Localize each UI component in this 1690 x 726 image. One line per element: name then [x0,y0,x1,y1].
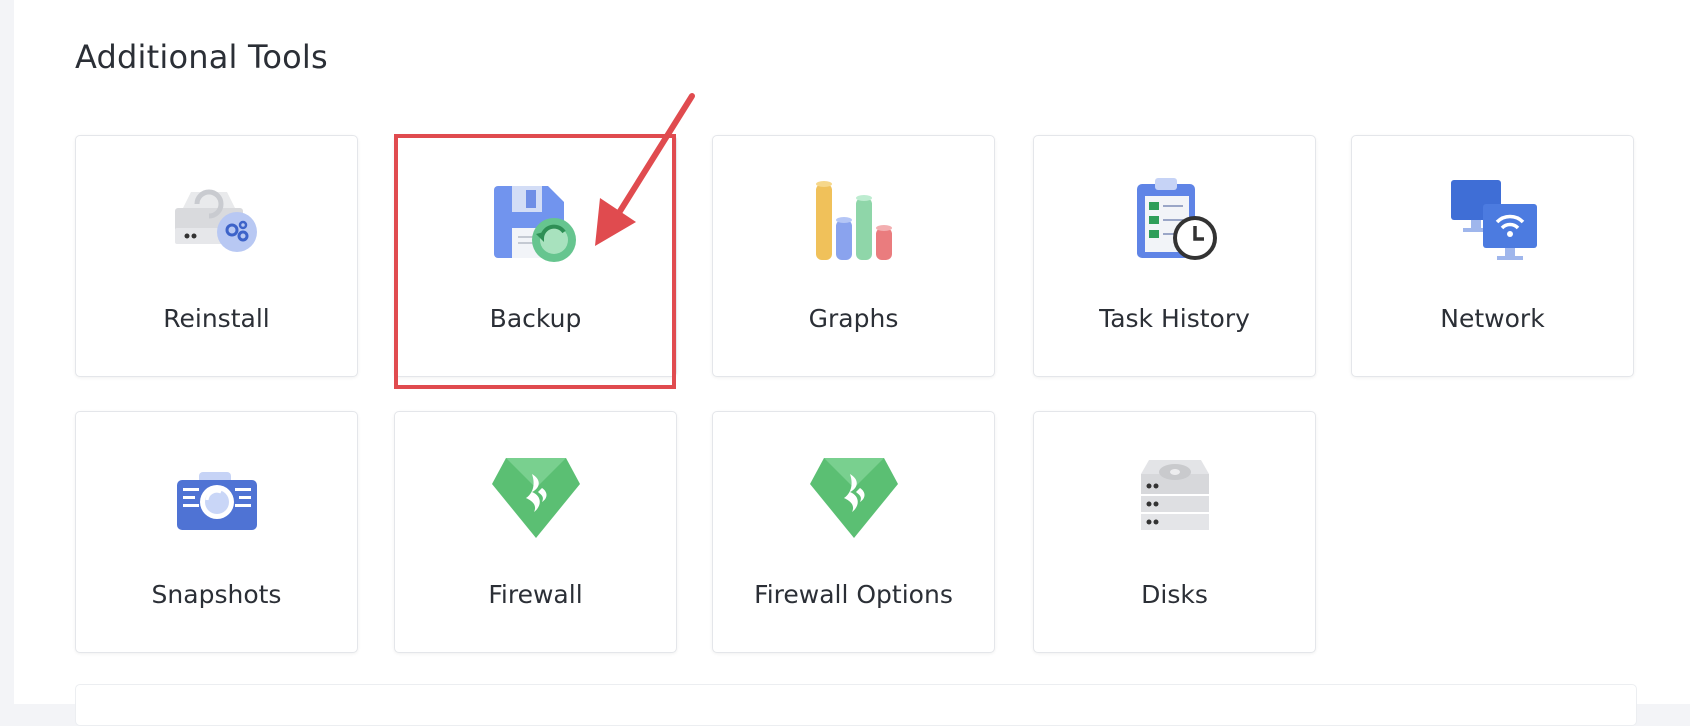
tool-label-disks: Disks [1141,580,1208,609]
tool-tile-task-history[interactable]: Task History [1033,135,1316,377]
tool-tile-snapshots[interactable]: Snapshots [75,411,358,653]
tool-tile-reinstall[interactable]: Reinstall [75,135,358,377]
tool-tile-graphs[interactable]: Graphs [712,135,995,377]
firewall-options-icon [806,450,902,546]
bottom-card [75,684,1637,726]
snapshots-icon [169,450,265,546]
graphs-icon [806,174,902,270]
tool-label-snapshots: Snapshots [151,580,282,609]
firewall-icon [488,450,584,546]
tool-label-network: Network [1440,304,1545,333]
network-icon [1445,174,1541,270]
tool-label-task-history: Task History [1099,304,1250,333]
tool-tile-network[interactable]: Network [1351,135,1634,377]
tool-tile-disks[interactable]: Disks [1033,411,1316,653]
tool-label-reinstall: Reinstall [163,304,270,333]
tool-label-firewall-options: Firewall Options [754,580,953,609]
reinstall-icon [169,174,265,270]
task-history-icon [1127,174,1223,270]
tool-label-graphs: Graphs [808,304,899,333]
tool-label-firewall: Firewall [488,580,583,609]
tool-label-backup: Backup [489,304,582,333]
tool-tile-firewall[interactable]: Firewall [394,411,677,653]
backup-icon [488,174,584,270]
tool-tile-backup[interactable]: Backup [394,135,677,377]
tool-tile-firewall-options[interactable]: Firewall Options [712,411,995,653]
disks-icon [1127,450,1223,546]
section-title: Additional Tools [75,38,328,76]
